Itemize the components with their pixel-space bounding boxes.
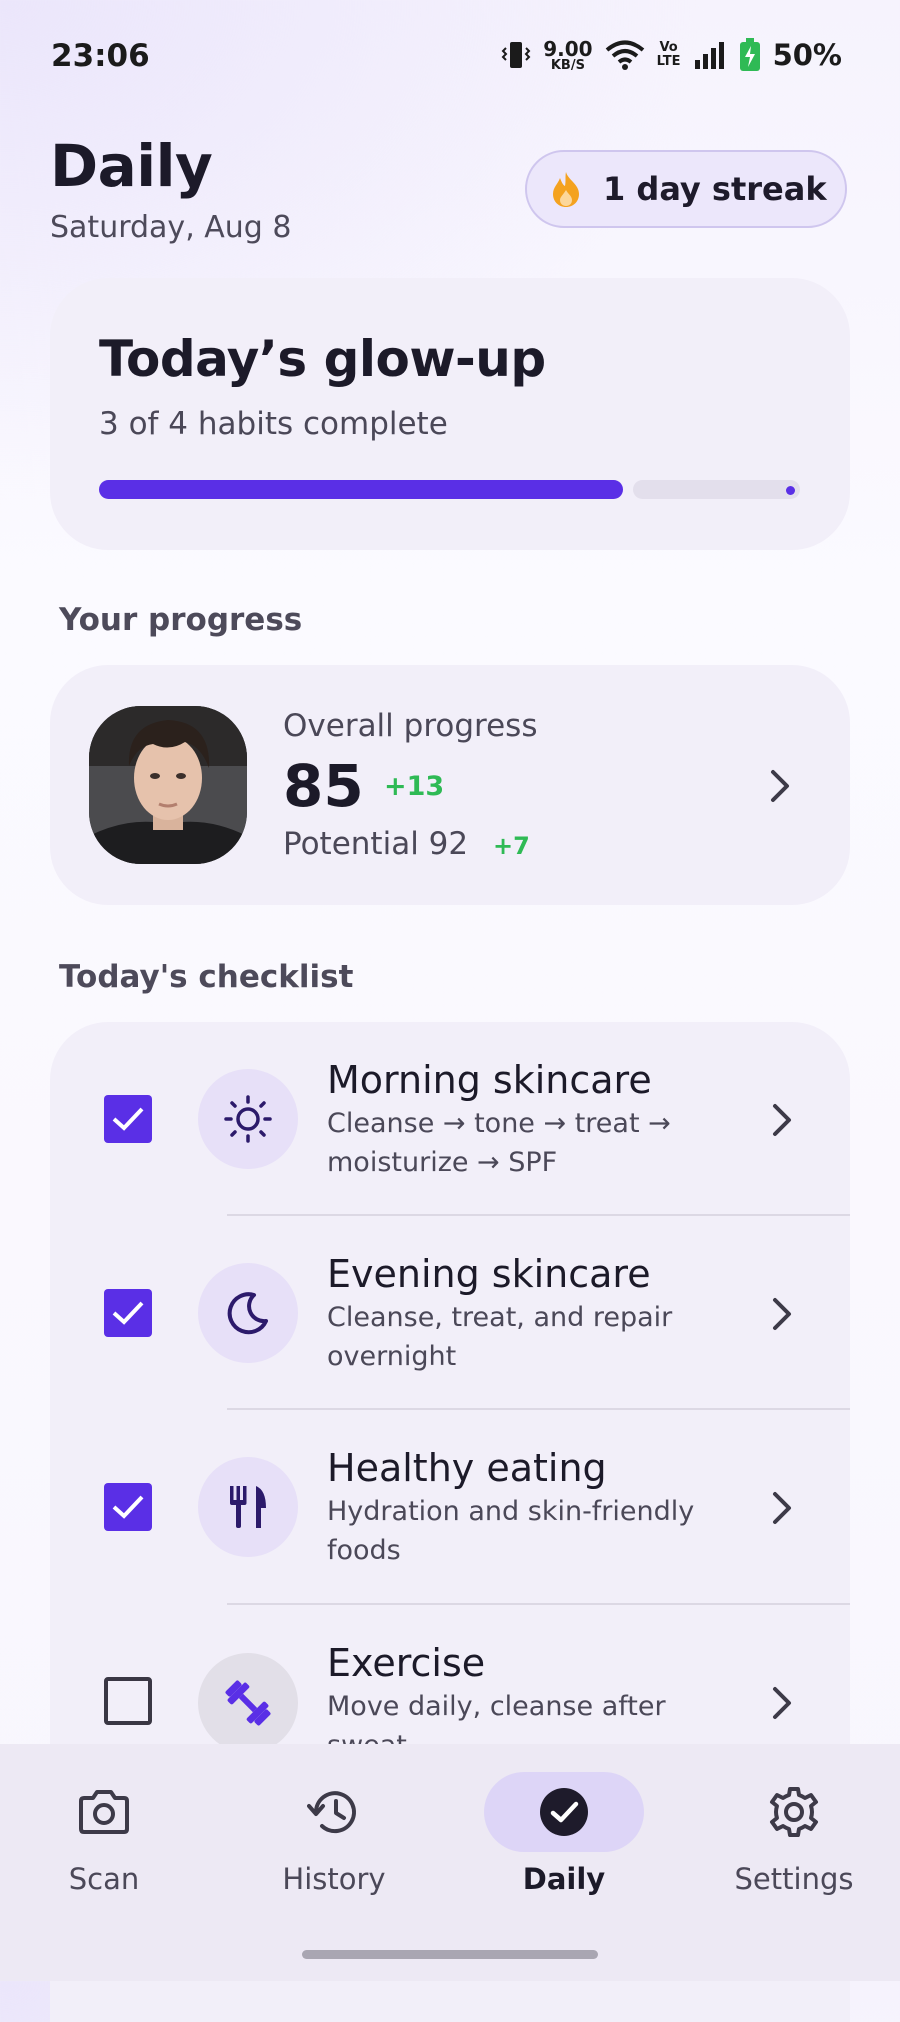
checkbox-checked[interactable] [104, 1483, 152, 1531]
progress-track [633, 480, 800, 499]
chevron-right-icon[interactable] [770, 1296, 794, 1332]
habit-title: Healthy eating [327, 1446, 607, 1490]
nav-label: Settings [734, 1862, 854, 1896]
checkmark-icon [112, 1495, 144, 1519]
overall-delta: +13 [384, 771, 445, 802]
habit-icon-bg [198, 1069, 298, 1169]
habit-title: Morning skincare [327, 1058, 652, 1102]
page-date: Saturday, Aug 8 [50, 210, 292, 245]
checklist-item-exercise[interactable]: Exercise Move daily, cleanse after sweat [50, 1605, 850, 1744]
chevron-right-icon[interactable] [770, 1490, 794, 1526]
nav-icon-container [484, 1772, 644, 1852]
dumbbell-icon [225, 1680, 271, 1726]
nav-item-daily[interactable]: Daily [464, 1760, 664, 1896]
volte-icon: Vo LTE [656, 40, 681, 69]
habit-icon-bg [198, 1653, 298, 1744]
habit-description: Cleanse, treat, and repair overnight [327, 1302, 673, 1372]
habit-description: Move daily, cleanse after sweat [327, 1691, 666, 1744]
check-circle-icon [540, 1788, 588, 1836]
chevron-right-icon[interactable] [770, 1102, 794, 1138]
battery-charging-icon [739, 38, 760, 71]
gear-icon [770, 1787, 818, 1837]
habit-icon-bg [198, 1457, 298, 1557]
habit-title: Evening skincare [327, 1252, 651, 1296]
habit-description: Cleanse → tone → treat → moisturize → SP… [327, 1108, 671, 1178]
habit-icon-bg [198, 1263, 298, 1363]
flame-icon [553, 172, 579, 207]
glowup-title: Today’s glow-up [99, 330, 546, 388]
streak-badge[interactable]: 1 day streak [525, 150, 847, 228]
glowup-subtitle: 3 of 4 habits complete [99, 406, 448, 442]
habit-description: Hydration and skin-friendly foods [327, 1496, 695, 1566]
nav-icon-container [714, 1772, 874, 1852]
section-label-progress: Your progress [59, 602, 303, 638]
history-icon [307, 1791, 356, 1834]
nav-icon-container [24, 1772, 184, 1852]
vibrate-icon [501, 42, 531, 68]
potential-delta: +7 [493, 832, 530, 860]
status-icons: 9.00 KB/S Vo LTE 50% [501, 38, 842, 72]
checkbox-checked[interactable] [104, 1095, 152, 1143]
nav-label: History [282, 1862, 386, 1896]
chevron-right-icon[interactable] [770, 1685, 794, 1721]
progress-bar-fill [99, 480, 623, 499]
nav-item-scan[interactable]: Scan [4, 1760, 204, 1896]
home-indicator[interactable] [302, 1950, 598, 1959]
fork-knife-icon [230, 1486, 266, 1528]
progress-end-dot [786, 486, 795, 495]
checkmark-icon [112, 1107, 144, 1131]
section-label-checklist: Today's checklist [59, 959, 354, 995]
camera-icon [79, 1790, 129, 1834]
habit-title: Exercise [327, 1641, 486, 1685]
sun-icon [224, 1095, 272, 1143]
avatar [89, 706, 247, 864]
nav-label: Scan [68, 1862, 140, 1896]
nav-item-settings[interactable]: Settings [694, 1760, 894, 1896]
network-speed: 9.00 KB/S [543, 36, 593, 73]
page-title: Daily [50, 132, 213, 200]
battery-percent: 50% [772, 38, 842, 72]
wifi-icon [605, 40, 644, 70]
nav-label: Daily [522, 1862, 606, 1896]
checkbox-checked[interactable] [104, 1289, 152, 1337]
checkmark-icon [112, 1301, 144, 1325]
streak-label: 1 day streak [603, 170, 827, 208]
overall-progress-label: Overall progress [283, 708, 538, 744]
moon-icon [227, 1292, 268, 1335]
nav-item-history[interactable]: History [234, 1760, 434, 1896]
chevron-right-icon[interactable] [768, 768, 792, 804]
potential-label: Potential 92 [283, 826, 469, 862]
signal-icon [694, 42, 724, 69]
status-time: 23:06 [51, 38, 150, 74]
overall-score: 85 [283, 752, 364, 820]
checkbox-unchecked[interactable] [104, 1677, 152, 1725]
nav-icon-container [254, 1772, 414, 1852]
